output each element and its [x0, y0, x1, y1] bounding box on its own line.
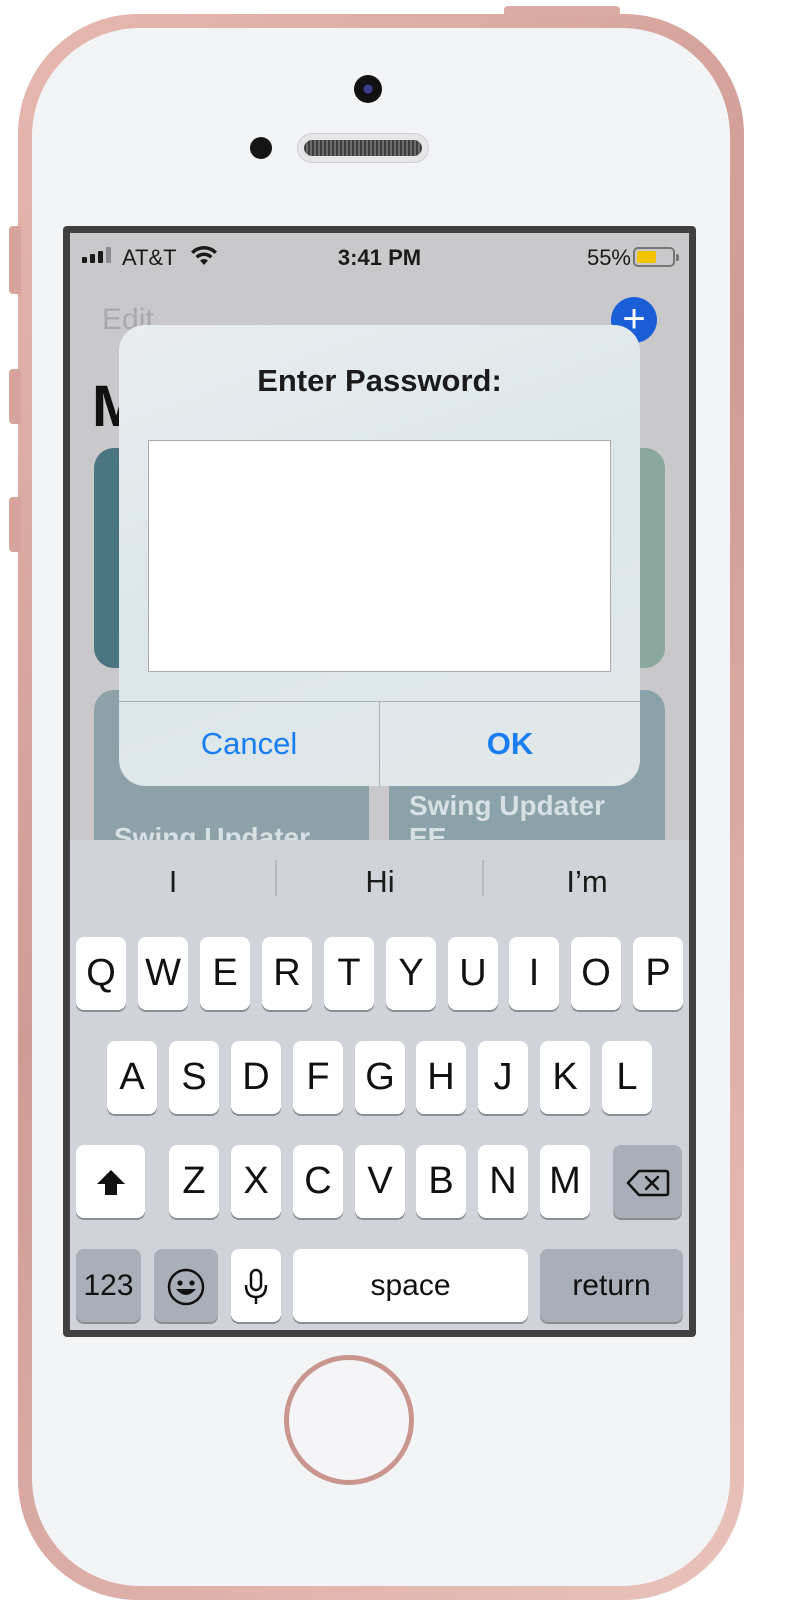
mute-switch: [9, 226, 21, 294]
return-key[interactable]: return: [540, 1249, 683, 1322]
keyboard: I Hi I’m Q W E R T Y U I O P A S D F G H: [70, 840, 689, 1330]
key-h[interactable]: H: [416, 1041, 466, 1114]
home-button[interactable]: [284, 1355, 414, 1485]
suggestion-bar: I Hi I’m: [70, 840, 689, 930]
key-x[interactable]: X: [231, 1145, 281, 1218]
proximity-sensor: [250, 137, 272, 159]
key-y[interactable]: Y: [386, 937, 436, 1010]
status-bar: AT&T 3:41 PM 55%: [70, 233, 689, 277]
key-n[interactable]: N: [478, 1145, 528, 1218]
ok-button[interactable]: OK: [380, 702, 640, 786]
power-button: [504, 6, 620, 16]
suggestion-item[interactable]: I’m: [484, 864, 689, 900]
display: AT&T 3:41 PM 55% Edit + M Swing Updater: [70, 233, 689, 1330]
suggestion-item[interactable]: Hi: [277, 864, 483, 900]
key-u[interactable]: U: [448, 937, 498, 1010]
password-alert: Enter Password: Cancel OK: [119, 325, 640, 786]
key-d[interactable]: D: [231, 1041, 281, 1114]
key-a[interactable]: A: [107, 1041, 157, 1114]
key-s[interactable]: S: [169, 1041, 219, 1114]
volume-up-button: [9, 369, 21, 424]
space-key[interactable]: space: [293, 1249, 528, 1322]
volume-down-button: [9, 497, 21, 552]
key-z[interactable]: Z: [169, 1145, 219, 1218]
key-c[interactable]: C: [293, 1145, 343, 1218]
key-q[interactable]: Q: [76, 937, 126, 1010]
key-p[interactable]: P: [633, 937, 683, 1010]
alert-title: Enter Password:: [257, 363, 502, 398]
suggestion-item[interactable]: I: [70, 864, 276, 900]
key-b[interactable]: B: [416, 1145, 466, 1218]
shift-arrow-icon[interactable]: [76, 1145, 145, 1218]
key-o[interactable]: O: [571, 937, 621, 1010]
key-w[interactable]: W: [138, 937, 188, 1010]
numbers-key[interactable]: 123: [76, 1249, 141, 1322]
key-r[interactable]: R: [262, 937, 312, 1010]
key-l[interactable]: L: [602, 1041, 652, 1114]
battery-fill: [637, 251, 656, 263]
cancel-button[interactable]: Cancel: [119, 702, 379, 786]
key-v[interactable]: V: [355, 1145, 405, 1218]
backspace-icon[interactable]: [613, 1145, 682, 1218]
key-i[interactable]: I: [509, 937, 559, 1010]
front-camera-icon: [354, 75, 382, 103]
battery-icon: [633, 247, 679, 267]
key-j[interactable]: J: [478, 1041, 528, 1114]
key-e[interactable]: E: [200, 937, 250, 1010]
screen-bezel: AT&T 3:41 PM 55% Edit + M Swing Updater: [63, 226, 696, 1337]
key-f[interactable]: F: [293, 1041, 343, 1114]
password-input[interactable]: [148, 440, 611, 672]
key-k[interactable]: K: [540, 1041, 590, 1114]
key-m[interactable]: M: [540, 1145, 590, 1218]
earpiece-speaker: [297, 133, 429, 163]
battery-percentage: 55%: [586, 245, 631, 270]
key-g[interactable]: G: [355, 1041, 405, 1114]
key-t[interactable]: T: [324, 937, 374, 1010]
emoji-icon[interactable]: [154, 1249, 218, 1322]
microphone-icon[interactable]: [231, 1249, 281, 1322]
